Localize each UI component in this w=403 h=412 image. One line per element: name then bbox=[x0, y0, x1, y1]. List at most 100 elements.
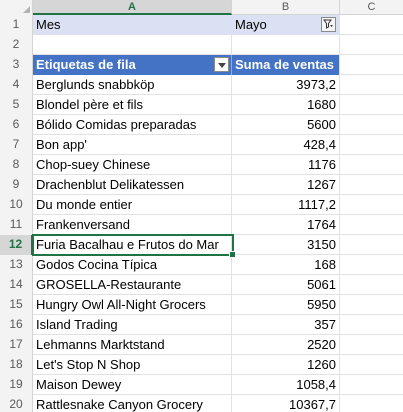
row-number[interactable]: 19 bbox=[0, 375, 33, 395]
column-header-a[interactable]: A bbox=[33, 0, 232, 15]
empty-cell[interactable] bbox=[340, 15, 403, 35]
sales-value-cell[interactable]: 1058,4 bbox=[232, 375, 340, 395]
empty-cell[interactable] bbox=[340, 35, 403, 55]
sales-value-cell[interactable]: 1680 bbox=[232, 95, 340, 115]
row-number[interactable]: 3 bbox=[0, 55, 33, 75]
table-row: 14 GROSELLA-Restaurante 5061 bbox=[0, 275, 403, 295]
empty-cell[interactable] bbox=[340, 255, 403, 275]
row-label-cell[interactable]: Chop-suey Chinese bbox=[33, 155, 232, 175]
table-row: 10 Du monde entier 1117,2 bbox=[0, 195, 403, 215]
empty-cell[interactable] bbox=[340, 215, 403, 235]
row-label-cell[interactable]: Hungry Owl All-Night Grocers bbox=[33, 295, 232, 315]
sales-value-cell[interactable]: 5061 bbox=[232, 275, 340, 295]
row-label-cell[interactable]: Berglunds snabbköp bbox=[33, 75, 232, 95]
sales-value-cell[interactable]: 3150 bbox=[232, 235, 340, 255]
empty-cell[interactable] bbox=[340, 75, 403, 95]
sales-value-cell[interactable]: 1117,2 bbox=[232, 195, 340, 215]
sales-value-cell[interactable]: 1764 bbox=[232, 215, 340, 235]
row-number[interactable]: 10 bbox=[0, 195, 33, 215]
column-header-bar: A B C bbox=[0, 0, 403, 15]
empty-cell[interactable] bbox=[340, 115, 403, 135]
select-all-corner[interactable] bbox=[0, 0, 33, 15]
empty-cell[interactable] bbox=[340, 55, 403, 75]
row-number[interactable]: 12 bbox=[0, 235, 33, 255]
table-row: 5 Blondel père et fils 1680 bbox=[0, 95, 403, 115]
table-row: 1 Mes Mayo bbox=[0, 15, 403, 35]
dropdown-arrow-icon[interactable] bbox=[214, 57, 229, 72]
row-number[interactable]: 4 bbox=[0, 75, 33, 95]
row-label-cell[interactable]: Furia Bacalhau e Frutos do Mar bbox=[33, 235, 232, 255]
empty-cell[interactable] bbox=[340, 335, 403, 355]
values-header[interactable]: Suma de ventas bbox=[232, 55, 340, 75]
column-header-c[interactable]: C bbox=[340, 0, 403, 15]
filter-value-cell[interactable]: Mayo bbox=[232, 15, 340, 35]
empty-cell[interactable] bbox=[340, 275, 403, 295]
row-number[interactable]: 15 bbox=[0, 295, 33, 315]
empty-cell[interactable] bbox=[340, 195, 403, 215]
table-row: 12 Furia Bacalhau e Frutos do Mar 3150 bbox=[0, 235, 403, 255]
sales-value-cell[interactable]: 3973,2 bbox=[232, 75, 340, 95]
row-number[interactable]: 18 bbox=[0, 355, 33, 375]
row-number[interactable]: 8 bbox=[0, 155, 33, 175]
sales-value-cell[interactable]: 357 bbox=[232, 315, 340, 335]
empty-cell[interactable] bbox=[340, 375, 403, 395]
filter-field-label[interactable]: Mes bbox=[33, 15, 232, 35]
empty-cell[interactable] bbox=[340, 135, 403, 155]
table-row: 17 Lehmanns Marktstand 2520 bbox=[0, 335, 403, 355]
row-label-cell[interactable]: Bon app' bbox=[33, 135, 232, 155]
sales-value-cell[interactable]: 10367,7 bbox=[232, 395, 340, 412]
row-number[interactable]: 20 bbox=[0, 395, 33, 412]
row-number[interactable]: 17 bbox=[0, 335, 33, 355]
empty-cell[interactable] bbox=[33, 35, 232, 55]
empty-cell[interactable] bbox=[340, 175, 403, 195]
table-row: 4 Berglunds snabbköp 3973,2 bbox=[0, 75, 403, 95]
row-label-cell[interactable]: Let's Stop N Shop bbox=[33, 355, 232, 375]
row-number[interactable]: 14 bbox=[0, 275, 33, 295]
row-number[interactable]: 9 bbox=[0, 175, 33, 195]
empty-cell[interactable] bbox=[232, 35, 340, 55]
row-label-cell[interactable]: Bólido Comidas preparadas bbox=[33, 115, 232, 135]
row-label-cell[interactable]: Rattlesnake Canyon Grocery bbox=[33, 395, 232, 412]
column-header-b[interactable]: B bbox=[232, 0, 340, 15]
row-number[interactable]: 13 bbox=[0, 255, 33, 275]
row-label-cell[interactable]: Blondel père et fils bbox=[33, 95, 232, 115]
empty-cell[interactable] bbox=[340, 395, 403, 412]
row-number[interactable]: 7 bbox=[0, 135, 33, 155]
row-label-cell[interactable]: Du monde entier bbox=[33, 195, 232, 215]
sales-value-cell[interactable]: 2520 bbox=[232, 335, 340, 355]
sales-value-cell[interactable]: 5950 bbox=[232, 295, 340, 315]
table-row: 7 Bon app' 428,4 bbox=[0, 135, 403, 155]
row-label-cell[interactable]: GROSELLA-Restaurante bbox=[33, 275, 232, 295]
empty-cell[interactable] bbox=[340, 235, 403, 255]
empty-cell[interactable] bbox=[340, 355, 403, 375]
table-row: 18 Let's Stop N Shop 1260 bbox=[0, 355, 403, 375]
sales-value-cell[interactable]: 1176 bbox=[232, 155, 340, 175]
empty-cell[interactable] bbox=[340, 95, 403, 115]
filter-applied-icon[interactable] bbox=[321, 17, 336, 32]
row-label-cell[interactable]: Frankenversand bbox=[33, 215, 232, 235]
row-label-cell[interactable]: Lehmanns Marktstand bbox=[33, 335, 232, 355]
sales-value-cell[interactable]: 1267 bbox=[232, 175, 340, 195]
row-label-cell[interactable]: Godos Cocina Típica bbox=[33, 255, 232, 275]
empty-cell[interactable] bbox=[340, 315, 403, 335]
row-number[interactable]: 16 bbox=[0, 315, 33, 335]
row-number[interactable]: 11 bbox=[0, 215, 33, 235]
empty-cell[interactable] bbox=[340, 155, 403, 175]
row-labels-text: Etiquetas de fila bbox=[36, 57, 136, 72]
row-label-cell[interactable]: Drachenblut Delikatessen bbox=[33, 175, 232, 195]
table-row: 19 Maison Dewey 1058,4 bbox=[0, 375, 403, 395]
row-number[interactable]: 6 bbox=[0, 115, 33, 135]
row-number[interactable]: 1 bbox=[0, 15, 33, 35]
row-labels-header[interactable]: Etiquetas de fila bbox=[33, 55, 232, 75]
row-label-cell[interactable]: Maison Dewey bbox=[33, 375, 232, 395]
row-number[interactable]: 2 bbox=[0, 35, 33, 55]
sales-value-cell[interactable]: 5600 bbox=[232, 115, 340, 135]
sales-value-cell[interactable]: 168 bbox=[232, 255, 340, 275]
table-row: 6 Bólido Comidas preparadas 5600 bbox=[0, 115, 403, 135]
row-label-cell[interactable]: Island Trading bbox=[33, 315, 232, 335]
sales-value-cell[interactable]: 428,4 bbox=[232, 135, 340, 155]
empty-cell[interactable] bbox=[340, 295, 403, 315]
sales-value-cell[interactable]: 1260 bbox=[232, 355, 340, 375]
table-row: 13 Godos Cocina Típica 168 bbox=[0, 255, 403, 275]
row-number[interactable]: 5 bbox=[0, 95, 33, 115]
